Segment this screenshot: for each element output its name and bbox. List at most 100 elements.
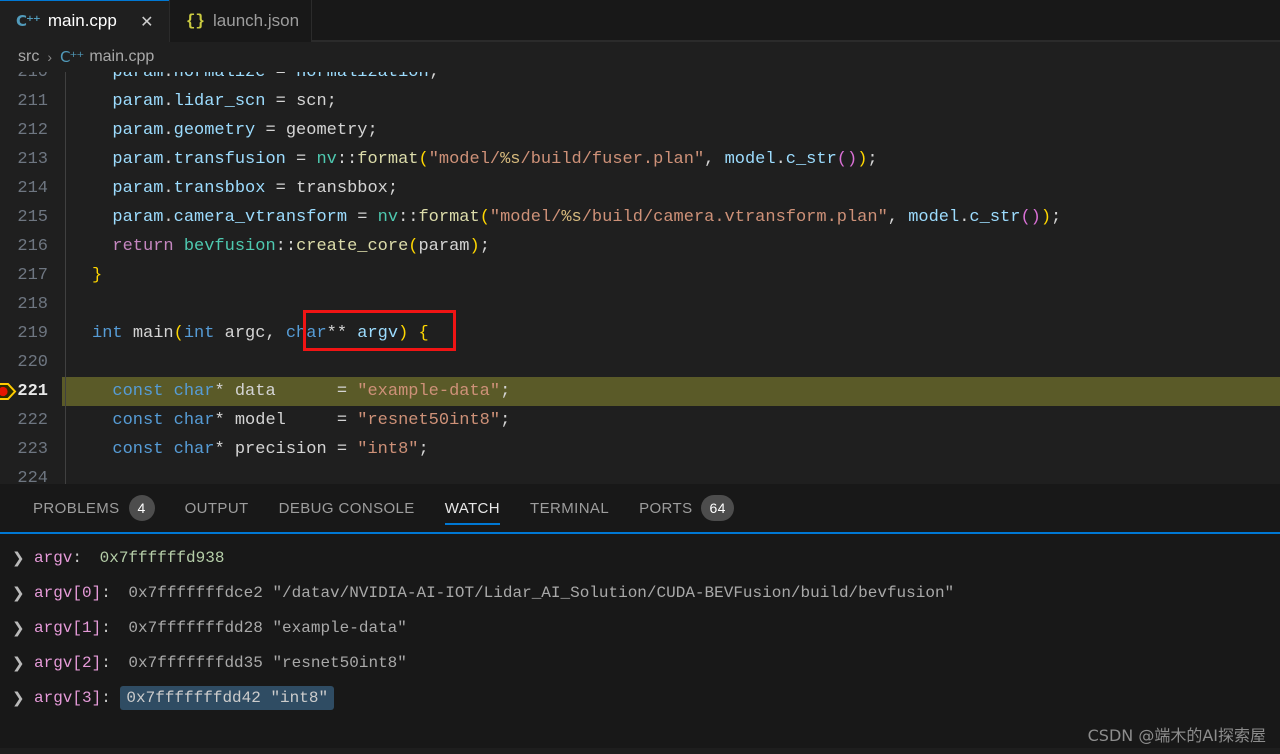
panel-tab-output[interactable]: OUTPUT [170, 483, 264, 533]
watch-colon: : [101, 618, 121, 637]
watch-expression-value[interactable]: 0x7fffffffdce2 "/datav/NVIDIA-AI-IOT/Lid… [120, 584, 954, 602]
code-line-216[interactable]: 216 return bevfusion::create_core(param)… [0, 232, 1280, 261]
indent-guide [62, 174, 92, 203]
breadcrumb-item-src[interactable]: src [18, 48, 39, 66]
line-number-220: 220 [17, 353, 48, 372]
line-number-215: 215 [17, 208, 48, 227]
close-icon[interactable]: ✕ [137, 11, 157, 31]
watch-expression-name: argv[1] [34, 618, 102, 637]
code-line-text: const char* model = "resnet50int8"; [112, 411, 511, 430]
code-line-217[interactable]: 217} [0, 261, 1280, 290]
code-line-text: return bevfusion::create_core(param); [112, 237, 490, 256]
panel-tab-label: PROBLEMS [33, 499, 120, 517]
indent-guide [62, 377, 92, 406]
chevron-right-icon[interactable]: ❯ [12, 689, 34, 707]
code-line-text: param.transbbox = transbbox; [112, 179, 399, 198]
line-number-217: 217 [17, 266, 48, 285]
indent-guide [62, 319, 92, 348]
line-number-218: 218 [17, 295, 48, 314]
code-line-223[interactable]: 223 const char* precision = "int8"; [0, 435, 1280, 464]
watch-colon: : [101, 583, 121, 602]
watch-view[interactable]: ❯ argv: 0x7ffffffd938 ❯ argv[0]: 0x7fffffff… [0, 534, 1280, 748]
watch-row[interactable]: ❯ argv[2]: 0x7fffffffdd35 "resnet50int8" [0, 645, 1280, 680]
cpp-file-icon: C⁺⁺ [60, 48, 84, 66]
watch-expression-value[interactable]: 0x7ffffffd938 [92, 549, 225, 567]
line-number-224: 224 [17, 469, 48, 484]
editor-tab-launch-json[interactable]: {} launch.json [169, 0, 313, 42]
code-line-text: const char* data = "example-data"; [112, 382, 511, 401]
watch-expression-value[interactable]: 0x7fffffffdd35 "resnet50int8" [120, 654, 406, 672]
code-line-text [92, 348, 1280, 377]
panel-tab-bar: PROBLEMS 4 OUTPUT DEBUG CONSOLE WATCH TERMINA… [0, 484, 1280, 534]
watch-expression-value[interactable]: 0x7fffffffdd28 "example-data" [120, 619, 406, 637]
code-line-text: const char* precision = "int8"; [112, 440, 429, 459]
code-line-222[interactable]: 222 const char* model = "resnet50int8"; [0, 406, 1280, 435]
code-line-215[interactable]: 215 param.camera_vtransform = nv::format… [0, 203, 1280, 232]
watch-row[interactable]: ❯ argv: 0x7ffffffd938 [0, 540, 1280, 575]
code-line-text: } [92, 266, 103, 285]
editor-tab-label: launch.json [213, 11, 300, 30]
indent-guide [62, 290, 92, 319]
watch-colon: : [101, 688, 121, 707]
code-line-text: param.geometry = geometry; [112, 121, 378, 140]
watch-colon: : [72, 548, 92, 567]
panel-tab-label: DEBUG CONSOLE [278, 499, 415, 517]
watch-expression-value[interactable]: 0x7fffffffdd42 "int8" [120, 685, 335, 710]
code-line-213[interactable]: 213 param.transfusion = nv::format("mode… [0, 145, 1280, 174]
line-number-213: 213 [17, 150, 48, 169]
bottom-panel: PROBLEMS 4 OUTPUT DEBUG CONSOLE WATCH TERMINA… [0, 484, 1280, 748]
json-file-icon: {} [185, 12, 206, 30]
watch-expression-name: argv[2] [34, 653, 102, 672]
cpp-file-icon: C⁺⁺ [16, 11, 41, 30]
breadcrumb-item-file[interactable]: C⁺⁺ main.cpp [60, 48, 154, 66]
indent-guide [62, 116, 92, 145]
breadcrumb: src › C⁺⁺ main.cpp [0, 42, 1280, 72]
chevron-right-icon[interactable]: ❯ [12, 654, 34, 672]
code-line-214[interactable]: 214 param.transbbox = transbbox; [0, 174, 1280, 203]
code-line-220[interactable]: 220 [0, 348, 1280, 377]
watch-row[interactable]: ❯ argv[1]: 0x7fffffffdd28 "example-data" [0, 610, 1280, 645]
line-number-212: 212 [17, 121, 48, 140]
panel-tab-problems[interactable]: PROBLEMS 4 [18, 483, 170, 533]
panel-tab-debug-console[interactable]: DEBUG CONSOLE [264, 483, 430, 533]
code-line-219[interactable]: 219 int main(int argc, char** argv) { [0, 319, 1280, 348]
indent-guide [62, 464, 92, 484]
breadcrumb-file-label: main.cpp [89, 48, 155, 65]
watermark: CSDN @端木的AI探索屋 [1087, 726, 1266, 745]
code-line-text: param.normalize = normalization; [112, 72, 439, 82]
code-line-210[interactable]: 210 param.normalize = normalization; [0, 72, 1280, 87]
watch-colon: : [101, 653, 121, 672]
panel-tab-badge: 4 [128, 495, 155, 521]
editor-tab-main-cpp[interactable]: C⁺⁺ main.cpp ✕ [0, 0, 170, 42]
panel-tab-ports[interactable]: PORTS 64 [624, 483, 749, 533]
watch-row[interactable]: ❯ argv[0]: 0x7fffffffdce2 "/datav/NVIDIA-… [0, 575, 1280, 610]
breakpoint-execution-arrow-icon[interactable] [0, 381, 20, 402]
code-line-212[interactable]: 212 param.geometry = geometry; [0, 116, 1280, 145]
code-editor[interactable]: 210 param.normalize = normalization; 211 … [0, 72, 1280, 484]
vscode-window: C⁺⁺ main.cpp ✕ {} launch.json src › C⁺⁺ … [0, 0, 1280, 754]
code-line-224[interactable]: 224 [0, 464, 1280, 484]
code-line-221[interactable]: 221 const char* data = "example-data"; [0, 377, 1280, 406]
panel-tab-terminal[interactable]: TERMINAL [515, 483, 624, 533]
line-number-210: 210 [17, 72, 48, 82]
code-line-218[interactable]: 218 [0, 290, 1280, 319]
panel-tab-watch[interactable]: WATCH [430, 483, 515, 533]
panel-tab-label: WATCH [444, 499, 501, 517]
line-number-214: 214 [17, 179, 48, 198]
indent-guide [62, 348, 92, 377]
editor-tab-label: main.cpp [47, 11, 117, 30]
line-number-219: 219 [17, 324, 48, 343]
line-number-223: 223 [17, 440, 48, 459]
indent-guide [62, 87, 92, 116]
chevron-right-icon[interactable]: ❯ [12, 619, 34, 637]
indent-guide [62, 406, 92, 435]
chevron-right-icon[interactable]: ❯ [12, 584, 34, 602]
panel-tab-badge: 64 [701, 495, 734, 521]
indent-guide [62, 72, 92, 87]
editor-tab-bar: C⁺⁺ main.cpp ✕ {} launch.json [0, 0, 1280, 42]
code-line-text: param.lidar_scn = scn; [112, 92, 337, 111]
chevron-right-icon[interactable]: ❯ [12, 549, 34, 567]
indent-guide [62, 232, 92, 261]
code-line-211[interactable]: 211 param.lidar_scn = scn; [0, 87, 1280, 116]
watch-row[interactable]: ❯ argv[3]: 0x7fffffffdd42 "int8" [0, 680, 1280, 715]
